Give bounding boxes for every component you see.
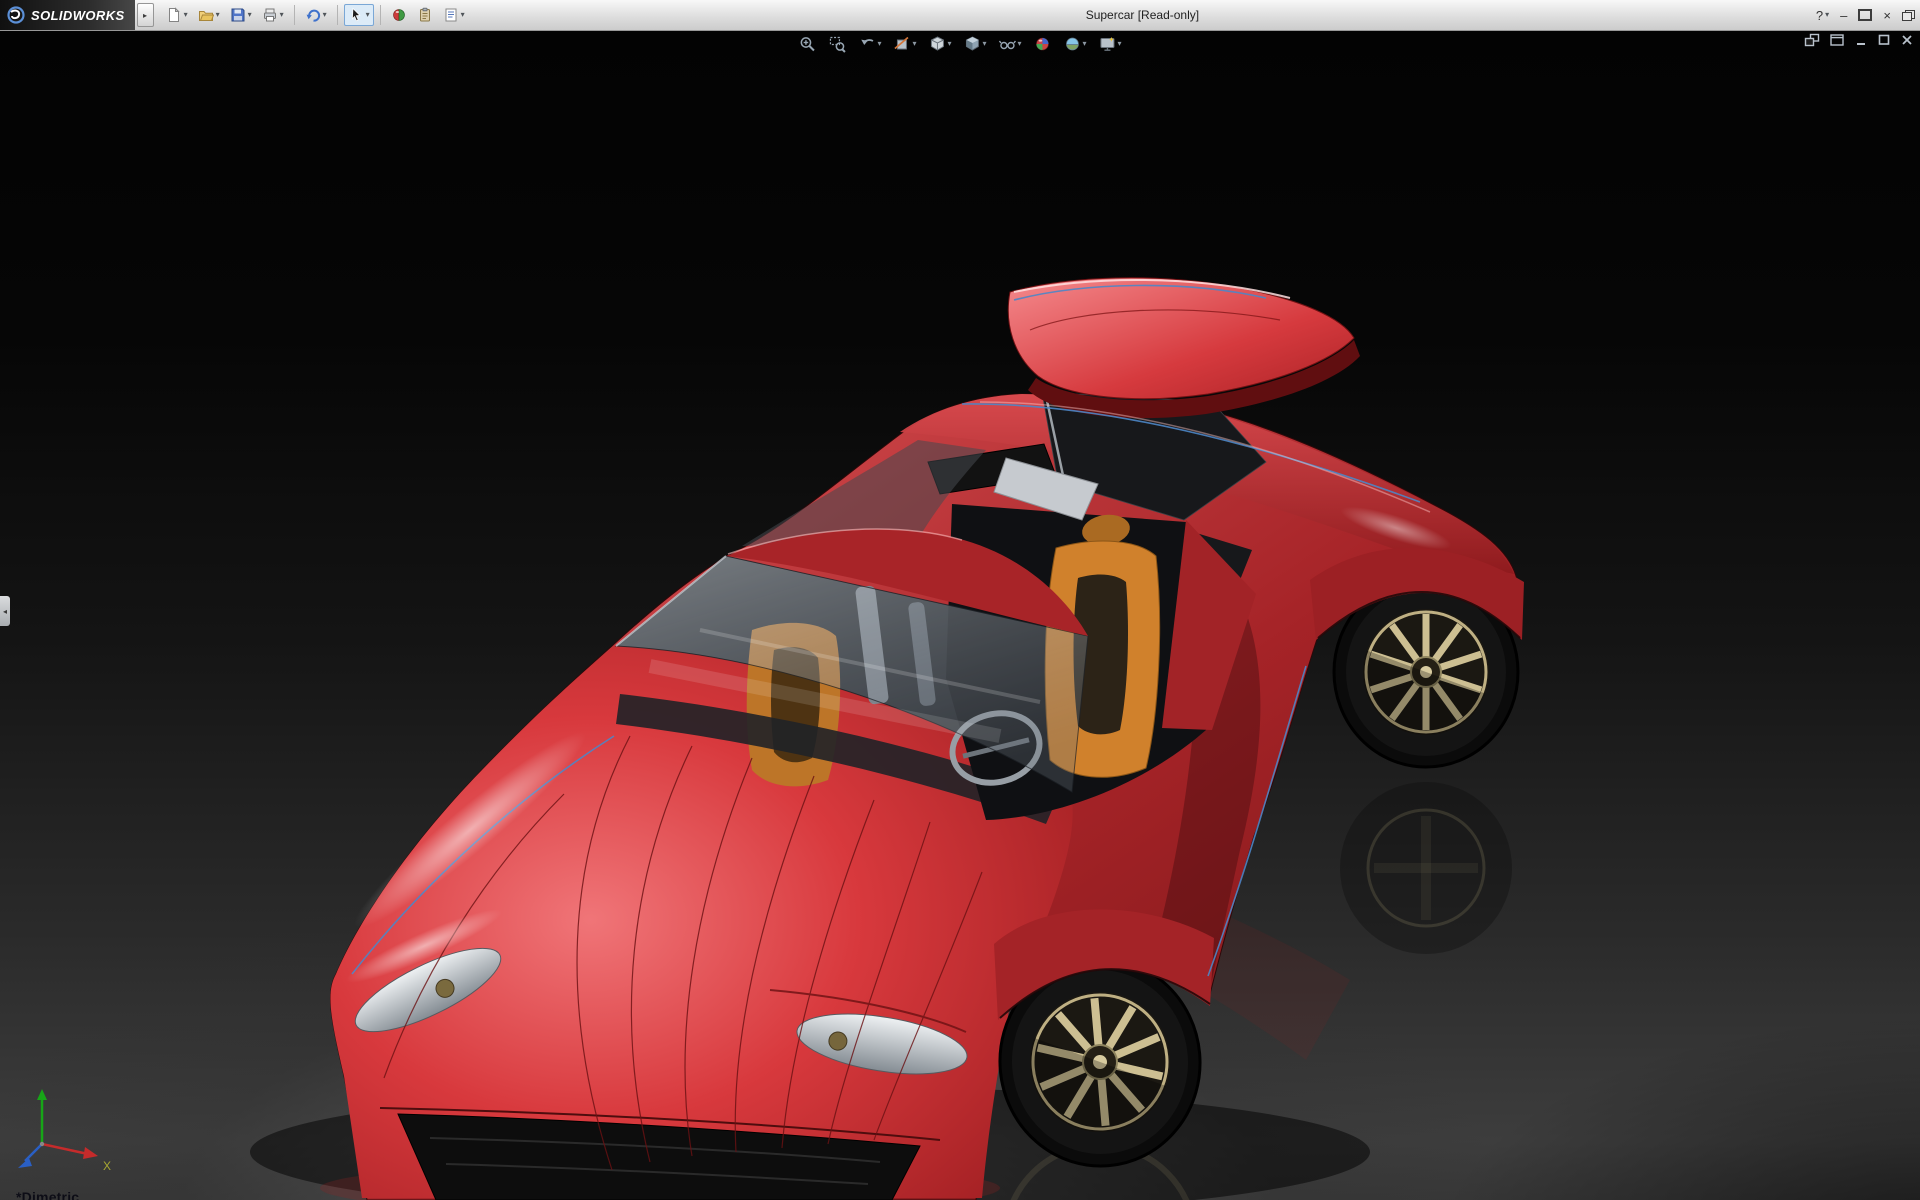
doc-restore-icon xyxy=(1804,33,1820,47)
restore-icon xyxy=(1858,9,1872,21)
heads-up-view-toolbar: ▾ ▾ ▾ ▾ ▾ xyxy=(792,33,1127,55)
menu-flyout-arrow[interactable]: ▸ xyxy=(137,3,154,27)
graphics-area[interactable]: ▾ ▾ ▾ ▾ ▾ xyxy=(0,30,1920,1200)
new-document-button[interactable]: ▾ xyxy=(162,4,192,26)
doc-maximize-icon xyxy=(1877,33,1891,47)
hide-show-items-icon xyxy=(999,35,1017,53)
cascade-windows-button[interactable] xyxy=(1902,10,1915,21)
select-tool-button[interactable]: ▾ xyxy=(344,4,374,26)
section-view-button[interactable]: ▾ xyxy=(890,33,919,55)
print-button[interactable]: ▾ xyxy=(258,4,288,26)
toolbar-separator xyxy=(337,5,338,25)
rear-wheel-reflection xyxy=(1340,782,1512,954)
restore-button[interactable] xyxy=(1858,9,1872,21)
y-axis-arrow xyxy=(37,1089,47,1100)
window-title: Supercar [Read-only] xyxy=(1086,8,1199,22)
doc-new-window-button[interactable] xyxy=(1829,33,1845,47)
document-window-controls xyxy=(1804,33,1914,47)
doc-close-icon xyxy=(1900,33,1914,47)
previous-view-button[interactable]: ▾ xyxy=(855,33,884,55)
apply-scene-button[interactable]: ▾ xyxy=(1061,33,1090,55)
options-button[interactable]: ▾ xyxy=(439,4,469,26)
edit-appearance-ball-icon xyxy=(391,7,407,23)
zoom-to-area-button[interactable] xyxy=(825,33,849,55)
section-view-icon xyxy=(893,35,911,53)
doc-minimize-button[interactable] xyxy=(1854,33,1868,47)
dropdown-chevron[interactable]: ▾ xyxy=(280,11,284,19)
supercar-model[interactable] xyxy=(330,278,1524,1200)
view-settings-button[interactable]: ▾ xyxy=(1096,33,1125,55)
open-button[interactable]: ▾ xyxy=(194,4,224,26)
save-button[interactable]: ▾ xyxy=(226,4,256,26)
x-axis-arrow xyxy=(83,1147,98,1159)
hide-show-items-button[interactable]: ▾ xyxy=(996,33,1025,55)
dropdown-chevron: ▾ xyxy=(1825,11,1829,19)
display-style-icon xyxy=(963,35,981,53)
dropdown-chevron[interactable]: ▾ xyxy=(248,11,252,19)
doc-restore-button[interactable] xyxy=(1804,33,1820,47)
close-button[interactable]: × xyxy=(1883,9,1891,22)
dropdown-chevron[interactable]: ▾ xyxy=(947,40,951,48)
clipboard-button[interactable] xyxy=(413,4,437,26)
dropdown-chevron[interactable]: ▾ xyxy=(877,40,881,48)
toolbar-separator xyxy=(294,5,295,25)
origin-triad: X xyxy=(8,1082,118,1174)
view-orientation-cube-icon xyxy=(928,35,946,53)
edit-appearance-button-hud[interactable] xyxy=(1031,33,1055,55)
toolbar-separator xyxy=(380,5,381,25)
x-axis-label: X xyxy=(103,1159,111,1173)
view-orientation-label: *Dimetric xyxy=(16,1189,79,1200)
undo-button[interactable]: ▾ xyxy=(301,4,331,26)
dropdown-chevron[interactable]: ▾ xyxy=(216,11,220,19)
undo-icon xyxy=(305,7,321,23)
edit-appearance-button[interactable] xyxy=(387,4,411,26)
dropdown-chevron[interactable]: ▾ xyxy=(1083,40,1087,48)
view-orientation-button[interactable]: ▾ xyxy=(925,33,954,55)
new-document-icon xyxy=(166,7,182,23)
dropdown-chevron[interactable]: ▾ xyxy=(366,11,370,19)
main-toolbar: ▾ ▾ ▾ ▾ ▾ xyxy=(154,4,477,26)
dropdown-chevron[interactable]: ▾ xyxy=(184,11,188,19)
titlebar: SOLIDWORKS ▸ ▾ ▾ ▾ xyxy=(0,0,1920,31)
view-settings-icon xyxy=(1099,35,1117,53)
clipboard-icon xyxy=(417,7,433,23)
window-controls: ? ▾ – × xyxy=(1816,9,1920,22)
doc-close-button[interactable] xyxy=(1900,33,1914,47)
featuremanager-collapse-tab[interactable]: ◂ xyxy=(0,596,10,626)
3ds-logo-icon xyxy=(7,6,25,24)
minimize-button[interactable]: – xyxy=(1840,9,1847,22)
brand-text: SOLIDWORKS xyxy=(31,8,125,23)
zoom-to-fit-icon xyxy=(798,35,816,53)
zoom-to-fit-button[interactable] xyxy=(795,33,819,55)
doc-maximize-button[interactable] xyxy=(1877,33,1891,47)
help-glyph: ? xyxy=(1816,9,1823,22)
open-icon xyxy=(198,7,214,23)
save-icon xyxy=(230,7,246,23)
edit-appearance-icon xyxy=(1034,35,1052,53)
select-cursor-icon xyxy=(348,7,364,23)
dropdown-chevron[interactable]: ▾ xyxy=(912,40,916,48)
zoom-to-area-icon xyxy=(828,35,846,53)
dropdown-chevron[interactable]: ▾ xyxy=(982,40,986,48)
model-scene[interactable] xyxy=(0,30,1920,1200)
cascade-windows-icon xyxy=(1902,10,1915,21)
display-style-button[interactable]: ▾ xyxy=(960,33,989,55)
dropdown-chevron[interactable]: ▾ xyxy=(461,11,465,19)
apply-scene-icon xyxy=(1064,35,1082,53)
doc-minimize-icon xyxy=(1854,33,1868,47)
dropdown-chevron[interactable]: ▾ xyxy=(323,11,327,19)
dropdown-chevron[interactable]: ▾ xyxy=(1118,40,1122,48)
solidworks-logo: SOLIDWORKS xyxy=(0,0,135,30)
doc-new-window-icon xyxy=(1829,33,1845,47)
previous-view-icon xyxy=(858,35,876,53)
help-button[interactable]: ? ▾ xyxy=(1816,9,1829,22)
print-icon xyxy=(262,7,278,23)
options-sheet-icon xyxy=(443,7,459,23)
dropdown-chevron[interactable]: ▾ xyxy=(1018,40,1022,48)
